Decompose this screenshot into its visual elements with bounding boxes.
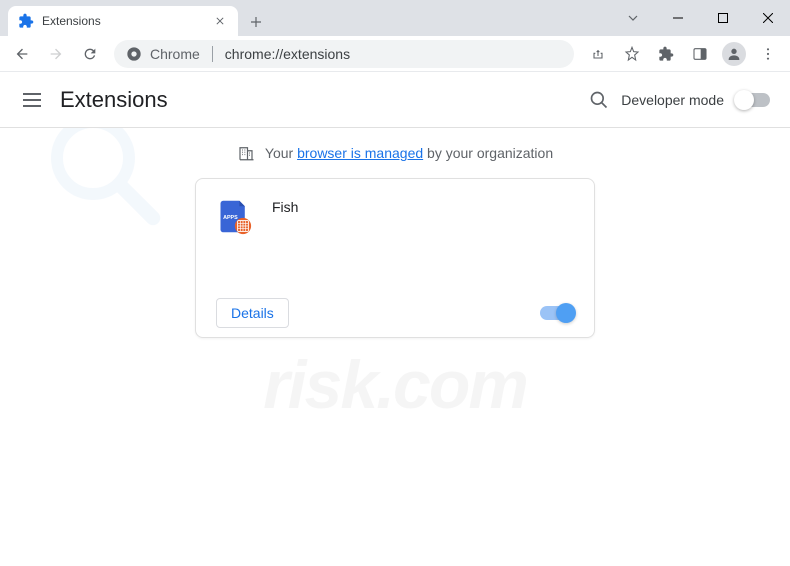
panel-icon	[692, 46, 708, 62]
star-icon	[624, 46, 640, 62]
svg-text:APPS: APPS	[223, 215, 238, 221]
maximize-button[interactable]	[700, 0, 745, 36]
profile-button[interactable]	[720, 40, 748, 68]
managed-suffix: by your organization	[427, 145, 553, 161]
minimize-button[interactable]	[655, 0, 700, 36]
back-button[interactable]	[8, 40, 36, 68]
page-title: Extensions	[60, 87, 168, 113]
bookmark-button[interactable]	[618, 40, 646, 68]
close-icon	[216, 17, 224, 25]
sidepanel-button[interactable]	[686, 40, 714, 68]
managed-link[interactable]: browser is managed	[297, 145, 423, 161]
managed-notice: Your browser is managed by your organiza…	[0, 128, 790, 178]
maximize-icon	[718, 13, 728, 23]
building-icon	[237, 144, 255, 162]
arrow-left-icon	[14, 46, 30, 62]
extensions-tab-icon	[18, 13, 34, 29]
details-button[interactable]: Details	[216, 298, 289, 328]
minimize-icon	[673, 13, 683, 23]
share-icon	[590, 46, 606, 62]
dots-vertical-icon	[760, 46, 776, 62]
share-button[interactable]	[584, 40, 612, 68]
new-tab-button[interactable]	[242, 8, 270, 36]
extension-name: Fish	[272, 199, 298, 269]
tab-close-button[interactable]	[212, 13, 228, 29]
main-menu-button[interactable]	[20, 88, 44, 112]
developer-mode-toggle[interactable]	[736, 93, 770, 107]
menu-button[interactable]	[754, 40, 782, 68]
managed-prefix: Your	[265, 145, 293, 161]
window-controls	[610, 0, 790, 36]
developer-mode-label: Developer mode	[621, 92, 724, 108]
puzzle-icon	[658, 46, 674, 62]
window-title-bar: Extensions	[0, 0, 790, 36]
extension-enable-toggle[interactable]	[540, 306, 574, 320]
avatar-icon	[722, 42, 746, 66]
watermark-text-sub: risk.com	[263, 346, 527, 424]
tabs-dropdown-button[interactable]	[610, 0, 655, 36]
browser-toolbar: Chrome chrome://extensions	[0, 36, 790, 72]
browser-tab[interactable]: Extensions	[8, 6, 238, 36]
omnibox-divider	[212, 46, 213, 62]
omnibox-url: chrome://extensions	[225, 46, 350, 62]
extension-card: APPS Fish Details	[195, 178, 595, 338]
reload-button[interactable]	[76, 40, 104, 68]
tab-title: Extensions	[42, 14, 204, 28]
close-icon	[763, 13, 773, 23]
extensions-page-header: Extensions Developer mode	[0, 72, 790, 128]
extension-icon: APPS	[216, 199, 252, 235]
chrome-icon	[126, 46, 142, 62]
forward-button	[42, 40, 70, 68]
reload-icon	[82, 46, 98, 62]
close-window-button[interactable]	[745, 0, 790, 36]
address-bar[interactable]: Chrome chrome://extensions	[114, 40, 574, 68]
chevron-down-icon	[628, 13, 638, 23]
search-button[interactable]	[589, 90, 609, 110]
plus-icon	[250, 16, 262, 28]
extensions-button[interactable]	[652, 40, 680, 68]
arrow-right-icon	[48, 46, 64, 62]
omnibox-prefix: Chrome	[150, 46, 200, 62]
